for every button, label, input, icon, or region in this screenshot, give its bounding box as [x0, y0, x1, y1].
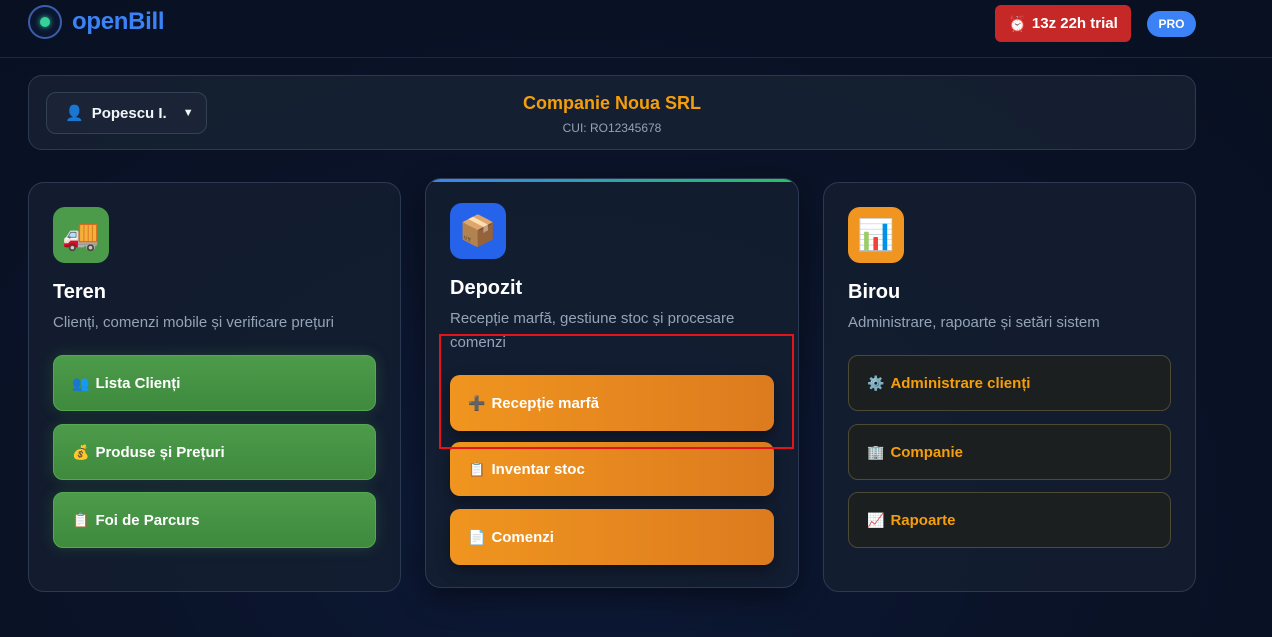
plus-icon: ➕ [468, 394, 486, 411]
trial-badge[interactable]: ⏰ 13z 22h trial [995, 5, 1131, 42]
money-bag-icon: 💰 [72, 443, 90, 460]
button-label: Companie [890, 443, 963, 461]
button-label: Inventar stoc [491, 460, 585, 478]
button-label: Comenzi [491, 528, 554, 546]
document-icon: 📄 [468, 528, 486, 545]
produse-preturi-button[interactable]: 💰 Produse și Prețuri [53, 424, 376, 480]
button-label: Produse și Prețuri [95, 443, 225, 461]
card-desc-teren: Clienți, comenzi mobile și verificare pr… [53, 314, 334, 331]
lista-clienti-button[interactable]: 👥 Lista Clienți [53, 355, 376, 411]
trial-label: 13z 22h trial [1031, 15, 1118, 32]
card-title-teren: Teren [53, 281, 106, 303]
card-title-birou: Birou [848, 281, 901, 303]
pro-badge[interactable]: PRO [1147, 11, 1196, 37]
button-label: Foi de Parcurs [95, 511, 200, 529]
bar-chart-icon: 📊 [848, 207, 904, 263]
inventar-stoc-button[interactable]: 📋 Inventar stoc [450, 442, 774, 496]
chart-up-icon: 📈 [867, 511, 885, 528]
company-cui: CUI: RO12345678 [562, 121, 662, 135]
rapoarte-button[interactable]: 📈 Rapoarte [848, 492, 1171, 548]
company-bar: 👤 Popescu I. ▼ Companie Noua SRL CUI: RO… [28, 75, 1196, 150]
alarm-clock-icon: ⏰ [1008, 15, 1027, 33]
button-label: Lista Clienți [95, 374, 181, 392]
comenzi-button[interactable]: 📄 Comenzi [450, 509, 774, 565]
building-icon: 🏢 [867, 443, 885, 460]
truck-icon: 🚚 [53, 207, 109, 263]
card-birou: 📊 Birou Administrare, rapoarte și setări… [823, 182, 1196, 592]
card-teren: 🚚 Teren Clienți, comenzi mobile și verif… [28, 182, 401, 592]
button-label: Administrare clienți [890, 374, 1031, 392]
clipboard-icon: 📋 [72, 511, 90, 528]
clipboard-icon: 📋 [468, 460, 486, 477]
package-icon: 📦 [450, 203, 506, 259]
card-desc-depozit: Recepție marfă, gestiune stoc și procesa… [450, 310, 735, 351]
app-logo-text[interactable]: openBill [72, 8, 165, 36]
foi-de-parcurs-button[interactable]: 📋 Foi de Parcurs [53, 492, 376, 548]
logo-icon [28, 5, 62, 39]
company-name: Companie Noua SRL [522, 93, 701, 113]
administrare-clienti-button[interactable]: ⚙️ Administrare clienți [848, 355, 1171, 411]
card-desc-birou: Administrare, rapoarte și setări sistem [848, 314, 1100, 331]
receptie-marfa-button[interactable]: ➕ Recepție marfă [450, 375, 774, 431]
companie-button[interactable]: 🏢 Companie [848, 424, 1171, 480]
gear-icon: ⚙️ [867, 374, 885, 391]
button-label: Rapoarte [890, 511, 956, 529]
button-label: Recepție marfă [491, 394, 599, 412]
top-bar: openBill ⏰ 13z 22h trial PRO [0, 0, 1272, 58]
card-title-depozit: Depozit [450, 277, 523, 299]
card-depozit: 📦 Depozit Recepție marfă, gestiune stoc … [425, 178, 799, 588]
users-icon: 👥 [72, 374, 90, 391]
